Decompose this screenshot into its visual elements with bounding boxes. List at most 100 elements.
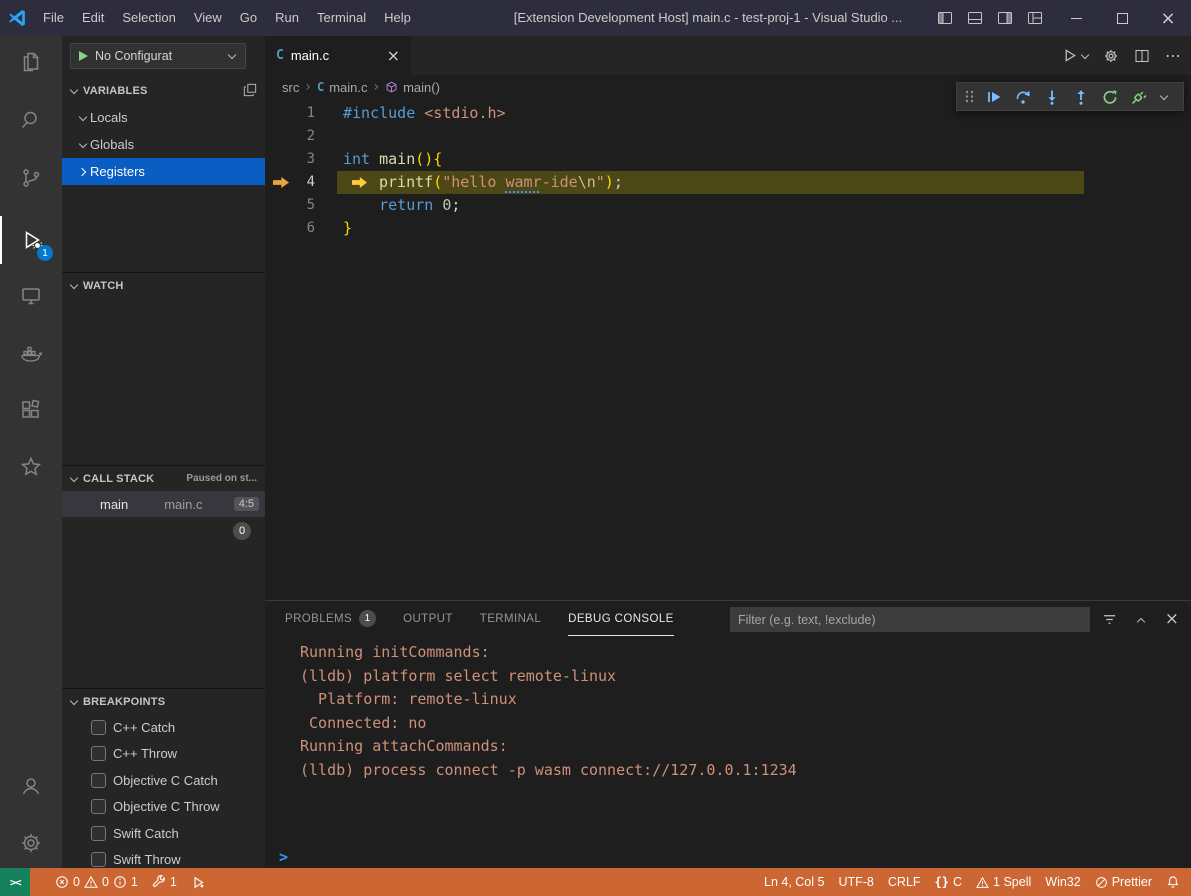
glyph-margin[interactable]: [265, 125, 297, 148]
breakpoint-checkbox[interactable]: [91, 720, 106, 735]
toggle-secondary-sidebar-icon[interactable]: [997, 10, 1013, 26]
glyph-margin[interactable]: [265, 171, 297, 194]
code-editor[interactable]: 1#include <stdio.h>23int main(){4printf(…: [265, 99, 1191, 600]
sidebar-item-favorites[interactable]: [0, 443, 62, 491]
encoding-indicator[interactable]: UTF-8: [831, 868, 880, 896]
glyph-margin[interactable]: [265, 148, 297, 171]
step-into-button[interactable]: [1041, 86, 1063, 108]
glyph-margin[interactable]: [265, 217, 297, 240]
sidebar-item-extensions[interactable]: [0, 386, 62, 434]
maximize-button[interactable]: [1099, 0, 1145, 36]
console-output[interactable]: Running initCommands:(lldb) platform sel…: [300, 641, 1181, 782]
continue-button[interactable]: [983, 86, 1005, 108]
menu-run[interactable]: Run: [266, 0, 308, 36]
toggle-panel-icon[interactable]: [967, 10, 983, 26]
breadcrumb-folder[interactable]: src: [282, 80, 299, 95]
breakpoint-item[interactable]: C++ Throw: [62, 741, 265, 768]
spell-checker-status[interactable]: 1 Spell: [969, 868, 1038, 896]
close-button[interactable]: ×: [1145, 0, 1191, 36]
start-debug-icon[interactable]: [79, 51, 88, 61]
sidebar-item-source-control[interactable]: [0, 154, 62, 202]
sidebar-item-run-and-debug[interactable]: 1: [0, 216, 62, 264]
collapse-all-icon[interactable]: [243, 83, 257, 97]
sidebar-item-explorer[interactable]: [0, 38, 62, 86]
step-over-button[interactable]: [1012, 86, 1034, 108]
remote-indicator[interactable]: ><: [0, 868, 30, 896]
sidebar-item-remote-explorer[interactable]: [0, 272, 62, 320]
debug-status[interactable]: [184, 868, 213, 896]
account-button[interactable]: [0, 762, 62, 810]
breakpoint-item[interactable]: Objective C Catch: [62, 767, 265, 794]
breakpoint-checkbox[interactable]: [91, 852, 106, 867]
menu-help[interactable]: Help: [375, 0, 420, 36]
code-token: [433, 196, 442, 214]
variables-item-globals[interactable]: Globals: [62, 131, 265, 158]
code-line[interactable]: 3int main(){: [265, 148, 1191, 171]
split-editor-button[interactable]: [1134, 48, 1150, 64]
glyph-margin[interactable]: [265, 102, 297, 125]
variables-item-registers[interactable]: Registers: [62, 158, 265, 185]
code-line[interactable]: 6}: [265, 217, 1191, 240]
disconnect-button[interactable]: [1128, 86, 1150, 108]
code-line[interactable]: 2: [265, 125, 1191, 148]
run-or-debug-button[interactable]: [1062, 48, 1088, 63]
breakpoint-checkbox[interactable]: [91, 773, 106, 788]
toggle-sidebar-icon[interactable]: [937, 10, 953, 26]
glyph-margin[interactable]: [265, 194, 297, 217]
sidebar-item-search[interactable]: [0, 96, 62, 144]
toolbar-drag-handle[interactable]: [962, 86, 976, 108]
panel-tab-problems[interactable]: PROBLEMS1: [285, 602, 376, 636]
panel-tab-debug-console[interactable]: DEBUG CONSOLE: [568, 602, 674, 636]
code-line[interactable]: 5 return 0;: [265, 194, 1191, 217]
breakpoint-checkbox[interactable]: [91, 799, 106, 814]
close-panel-icon[interactable]: ×: [1165, 609, 1179, 629]
configure-button[interactable]: [1103, 48, 1119, 64]
breakpoints-header[interactable]: BREAKPOINTS: [62, 688, 265, 714]
panel-tab-terminal[interactable]: TERMINAL: [480, 602, 541, 636]
menu-terminal[interactable]: Terminal: [308, 0, 375, 36]
sidebar-item-docker[interactable]: [0, 329, 62, 377]
breakpoint-item[interactable]: Swift Catch: [62, 820, 265, 847]
tools-status[interactable]: 1: [145, 868, 184, 896]
restart-button[interactable]: [1099, 86, 1121, 108]
settings-button[interactable]: [0, 819, 62, 867]
filter-icon[interactable]: [1102, 612, 1117, 627]
breakpoint-item[interactable]: Swift Throw: [62, 847, 265, 869]
platform-indicator[interactable]: Win32: [1038, 868, 1087, 896]
minimize-button[interactable]: [1053, 0, 1099, 36]
breakpoint-checkbox[interactable]: [91, 826, 106, 841]
breadcrumb-symbol[interactable]: main(): [403, 80, 440, 95]
variables-item-locals[interactable]: Locals: [62, 104, 265, 131]
menu-selection[interactable]: Selection: [113, 0, 184, 36]
menu-go[interactable]: Go: [231, 0, 266, 36]
tab-close-icon[interactable]: ×: [387, 48, 400, 64]
cursor-position[interactable]: Ln 4, Col 5: [757, 868, 831, 896]
debug-config-dropdown[interactable]: No Configurat: [70, 43, 246, 69]
console-prompt-icon[interactable]: >: [279, 848, 288, 866]
eol-indicator[interactable]: CRLF: [881, 868, 928, 896]
panel-tab-output[interactable]: OUTPUT: [403, 602, 453, 636]
formatter-indicator[interactable]: Prettier: [1088, 868, 1159, 896]
problems-status[interactable]: 0 0 1: [48, 868, 145, 896]
breakpoint-checkbox[interactable]: [91, 746, 106, 761]
stack-frame[interactable]: main main.c 4:5: [62, 491, 265, 517]
chevron-down-icon[interactable]: [1157, 90, 1168, 104]
language-indicator[interactable]: {} C: [928, 868, 969, 896]
step-out-button[interactable]: [1070, 86, 1092, 108]
watch-header[interactable]: WATCH: [62, 272, 265, 298]
menu-view[interactable]: View: [185, 0, 231, 36]
maximize-panel-icon[interactable]: [1134, 614, 1148, 628]
code-line[interactable]: 4printf("hello wamr-ide\n");: [265, 171, 1191, 194]
menu-file[interactable]: File: [34, 0, 73, 36]
customize-layout-icon[interactable]: [1027, 10, 1043, 26]
notifications-button[interactable]: [1159, 868, 1187, 896]
breakpoint-item[interactable]: Objective C Throw: [62, 794, 265, 821]
breadcrumb-file[interactable]: main.c: [329, 80, 367, 95]
console-filter-input[interactable]: [730, 607, 1090, 632]
variables-header[interactable]: VARIABLES: [62, 78, 265, 104]
breakpoint-item[interactable]: C++ Catch: [62, 714, 265, 741]
tab-main-c[interactable]: C main.c ×: [265, 36, 411, 75]
call-stack-header[interactable]: CALL STACK Paused on st...: [62, 465, 265, 491]
more-actions-icon[interactable]: ⋯: [1165, 46, 1181, 65]
menu-edit[interactable]: Edit: [73, 0, 113, 36]
